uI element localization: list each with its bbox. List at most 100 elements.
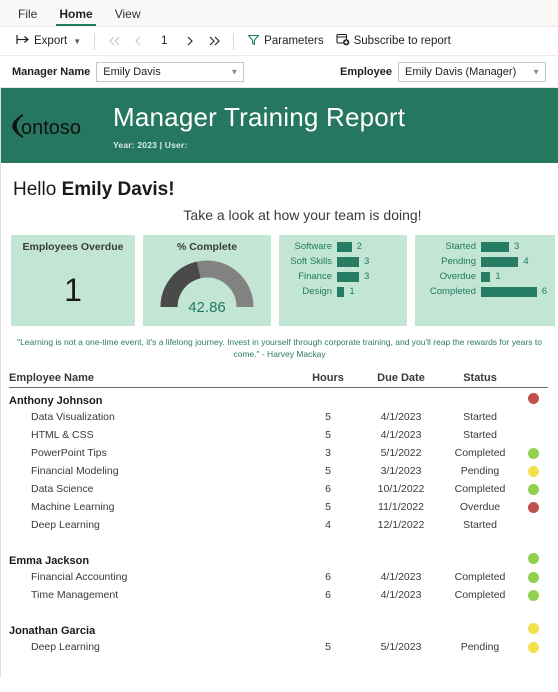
report-title: Manager Training Report bbox=[113, 101, 406, 132]
table-row[interactable]: Deep Learning 4 12/1/2022 Started bbox=[9, 516, 548, 534]
status-dot-green bbox=[527, 447, 539, 459]
card-title: % Complete bbox=[176, 241, 238, 253]
table-group-row[interactable]: Emma Jackson bbox=[9, 548, 548, 568]
card-category-chart[interactable]: Software 2 Soft Skills 3 Finance 3 Design 1 bbox=[279, 235, 407, 326]
last-page-icon[interactable] bbox=[202, 31, 226, 51]
status-indicator bbox=[518, 483, 548, 495]
bar-row[interactable]: Completed 6 bbox=[421, 285, 547, 298]
ribbon-tab-bar: File Home View bbox=[0, 0, 558, 27]
percent-complete-value: 42.86 bbox=[188, 299, 226, 316]
status-indicator bbox=[518, 589, 548, 601]
course-due-date: 5/1/2023 bbox=[380, 641, 422, 653]
manager-name-value: Emily Davis bbox=[103, 65, 161, 78]
course-due-date: 4/1/2023 bbox=[380, 571, 422, 583]
table-row[interactable]: Machine Learning 5 11/1/2022 Overdue bbox=[9, 498, 548, 516]
toolbar-divider-2 bbox=[233, 32, 235, 50]
export-icon bbox=[16, 34, 30, 48]
bar-value-label: 3 bbox=[364, 271, 370, 282]
course-hours: 6 bbox=[325, 589, 331, 601]
card-percent-complete[interactable]: % Complete 42.86 bbox=[143, 235, 271, 326]
prev-page-icon[interactable] bbox=[126, 31, 150, 51]
parameters-label: Parameters bbox=[264, 35, 324, 47]
course-name: Time Management bbox=[31, 589, 119, 601]
status-dot-red bbox=[527, 501, 539, 513]
parameter-bar: Manager Name Emily Davis ▼ Employee Emil… bbox=[0, 56, 558, 88]
status-indicator bbox=[518, 571, 548, 583]
manager-name-select[interactable]: Emily Davis ▼ bbox=[96, 61, 245, 82]
column-header-status: Status bbox=[463, 372, 497, 384]
tab-file[interactable]: File bbox=[8, 4, 47, 26]
bar-row[interactable]: Finance 3 bbox=[285, 270, 399, 283]
course-due-date: 12/1/2022 bbox=[377, 519, 425, 531]
status-dot-green bbox=[527, 589, 539, 601]
table-row[interactable]: Data Science 6 10/1/2022 Completed bbox=[9, 480, 548, 498]
table-row[interactable]: Financial Accounting 6 4/1/2023 Completed bbox=[9, 568, 548, 586]
status-indicator bbox=[518, 501, 548, 513]
table-row[interactable]: Financial Modeling 5 3/1/2023 Pending bbox=[9, 462, 548, 480]
course-hours: 5 bbox=[325, 641, 331, 653]
course-status: Pending bbox=[460, 641, 500, 653]
course-hours: 5 bbox=[325, 411, 331, 423]
course-due-date: 11/1/2022 bbox=[378, 501, 424, 513]
status-dot-amber bbox=[527, 622, 539, 634]
parameters-button[interactable]: Parameters bbox=[241, 31, 329, 52]
status-indicator bbox=[518, 641, 548, 653]
kpi-card-row: Employees Overdue 1 % Complete 42.86 Sof… bbox=[1, 223, 558, 326]
bar-category-label: Software bbox=[294, 241, 333, 252]
bar-row[interactable]: Soft Skills 3 bbox=[285, 255, 399, 268]
bar-row[interactable]: Started 3 bbox=[421, 240, 547, 253]
bar-category-label: Pending bbox=[441, 256, 476, 267]
card-employees-overdue[interactable]: Employees Overdue 1 bbox=[11, 235, 135, 326]
employee-select[interactable]: Emily Davis (Manager) ▼ bbox=[398, 61, 546, 82]
subscribe-button[interactable]: Subscribe to report bbox=[330, 30, 457, 52]
status-indicator bbox=[518, 447, 548, 459]
table-row[interactable]: Deep Learning 5 5/1/2023 Pending bbox=[9, 638, 548, 656]
course-status: Pending bbox=[460, 465, 500, 477]
bar-value-label: 3 bbox=[364, 256, 370, 267]
chevron-down-icon[interactable]: ▼ bbox=[73, 37, 81, 46]
tab-view[interactable]: View bbox=[105, 4, 151, 26]
status-dot-green bbox=[527, 571, 539, 583]
chevron-down-icon: ▼ bbox=[230, 67, 239, 76]
course-status: Started bbox=[463, 411, 497, 423]
course-due-date: 4/1/2023 bbox=[380, 429, 422, 441]
status-bar-list: Started 3 Pending 4 Overdue 1 Completed 6 bbox=[415, 235, 555, 298]
bar-row[interactable]: Design 1 bbox=[285, 285, 399, 298]
first-page-icon[interactable] bbox=[102, 31, 126, 51]
report-toolbar: Export ▼ 1 Parameters Subscribe to repor… bbox=[0, 27, 558, 56]
status-indicator bbox=[518, 392, 548, 404]
bar-row[interactable]: Pending 4 bbox=[421, 255, 547, 268]
export-button[interactable]: Export ▼ bbox=[10, 31, 87, 51]
bar-row[interactable]: Software 2 bbox=[285, 240, 399, 253]
bar-category-label: Soft Skills bbox=[290, 256, 332, 267]
table-row[interactable]: Time Management 6 4/1/2023 Completed bbox=[9, 586, 548, 604]
column-header-due-date: Due Date bbox=[377, 372, 425, 384]
employees-overdue-value: 1 bbox=[64, 272, 82, 308]
course-name: Data Visualization bbox=[31, 411, 115, 423]
table-group-row[interactable]: Anthony Johnson bbox=[9, 388, 548, 408]
page-number-input[interactable]: 1 bbox=[150, 35, 178, 47]
percent-complete-gauge: 42.86 bbox=[143, 255, 271, 319]
bar-fill bbox=[337, 256, 359, 267]
table-group-row[interactable]: Jonathan Garcia bbox=[9, 618, 548, 638]
bar-fill bbox=[337, 241, 352, 252]
tab-home[interactable]: Home bbox=[49, 4, 102, 26]
course-status: Overdue bbox=[459, 501, 501, 513]
subscribe-icon bbox=[336, 33, 350, 49]
card-title: Employees Overdue bbox=[22, 241, 124, 253]
status-dot-amber bbox=[527, 641, 539, 653]
table-row[interactable]: Data Visualization 5 4/1/2023 Started bbox=[9, 408, 548, 426]
course-name: Financial Accounting bbox=[31, 571, 128, 583]
page-navigation: 1 bbox=[102, 31, 226, 51]
group-employee-name: Jonathan Garcia bbox=[9, 625, 96, 637]
toolbar-divider-1 bbox=[94, 32, 96, 50]
next-page-icon[interactable] bbox=[178, 31, 202, 51]
bar-row[interactable]: Overdue 1 bbox=[421, 270, 547, 283]
bar-category-label: Design bbox=[302, 286, 332, 297]
card-status-chart[interactable]: Started 3 Pending 4 Overdue 1 Completed 6 bbox=[415, 235, 555, 326]
report-banner: ontoso Manager Training Report Year: 202… bbox=[1, 88, 558, 163]
table-row[interactable]: PowerPoint Tips 3 5/1/2022 Completed bbox=[9, 444, 548, 462]
employee-value: Emily Davis (Manager) bbox=[405, 65, 517, 78]
table-row[interactable]: HTML & CSS 5 4/1/2023 Started bbox=[9, 426, 548, 444]
